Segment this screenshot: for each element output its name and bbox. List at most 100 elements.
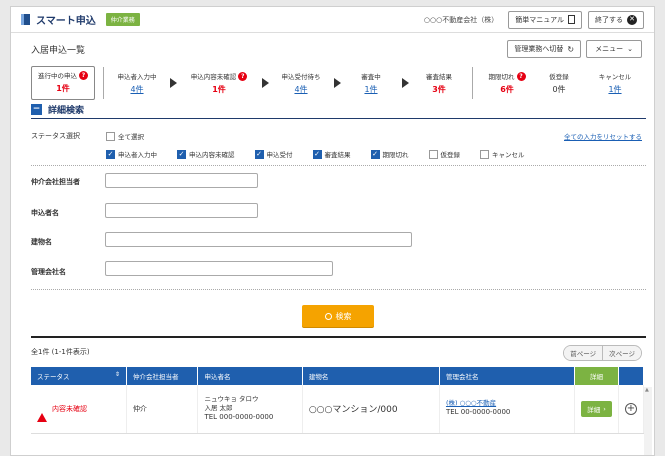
warning-icon: !	[37, 404, 47, 422]
step-cancel[interactable]: キャンセル 1件	[585, 71, 645, 95]
chevron-right-icon: ›	[603, 404, 606, 413]
cell-applicant: ニュウキョ タロウ 入居 太郎 TEL 000-0000-0000	[197, 385, 303, 434]
col-detail: 詳細	[574, 367, 619, 385]
col-management: 管理会社名	[439, 367, 576, 385]
search-label: 検索	[335, 311, 352, 321]
step-label: 審査中	[361, 73, 381, 81]
step-label: 仮登録	[549, 73, 569, 81]
step-label: 申込内容未確認	[190, 73, 237, 81]
agent-input[interactable]	[105, 173, 258, 188]
checkbox-label: 申込者入力中	[118, 151, 157, 159]
page-title: 入居申込一覧	[31, 46, 86, 56]
cell-status: ! 内容未確認	[31, 385, 127, 434]
checkbox-applicant-input[interactable]: ✓ 申込者入力中	[106, 149, 157, 159]
divider	[31, 336, 646, 338]
checkbox-icon	[480, 149, 489, 159]
management-label: 管理会社名	[31, 268, 66, 276]
step-count: 6件	[500, 85, 514, 94]
col-status[interactable]: ステータス ⇕	[31, 367, 127, 385]
arrow-right-icon	[261, 78, 269, 88]
step-in-progress[interactable]: 進行中の申込? 1件	[31, 66, 95, 100]
detail-search-toggle[interactable]: − 詳細検索	[31, 103, 84, 116]
menu-label: メニュー	[595, 45, 624, 53]
document-icon	[568, 15, 575, 24]
exit-label: 終了する	[595, 15, 623, 24]
applicant-label: 申込者名	[31, 209, 59, 217]
menu-button[interactable]: メニュー ⌄	[586, 40, 642, 58]
col-applicant: 申込者名	[197, 367, 303, 385]
checkbox-unconfirmed[interactable]: ✓ 申込内容未確認	[177, 149, 235, 159]
step-label: 申込者入力中	[117, 73, 157, 81]
checkbox-label: 仮登録	[440, 151, 461, 159]
refresh-icon: ↻	[567, 44, 575, 54]
step-unconfirmed[interactable]: 申込内容未確認? 1件	[184, 71, 254, 95]
step-count[interactable]: 4件	[276, 84, 326, 95]
table-scrollbar[interactable]	[644, 387, 652, 455]
checkbox-label: 審査結果	[324, 151, 351, 159]
checkbox-icon	[428, 149, 438, 159]
switch-label: 管理業務へ切替	[514, 45, 564, 53]
management-link[interactable]: (株) ○○○不動産	[446, 399, 568, 408]
search-icon	[324, 312, 332, 320]
applicant-input[interactable]	[105, 203, 258, 218]
checkbox-label: キャンセル	[492, 151, 525, 159]
collapse-icon: −	[31, 104, 42, 115]
company-name: ○○○不動産会社（株）	[423, 15, 499, 24]
arrow-right-icon	[333, 78, 341, 88]
checkbox-label: 申込受付	[266, 151, 293, 159]
divider	[472, 67, 473, 99]
cell-detail: 詳細 ›	[574, 385, 619, 434]
checkbox-provisional[interactable]: 仮登録	[428, 149, 461, 159]
status-steps: 進行中の申込? 1件 申込者入力中 4件 申込内容未確認? 1件 申込受付待ち …	[31, 65, 646, 101]
results-table: ステータス ⇕ 仲介会社担当者 申込者名 建物名 管理会社名 詳細 ! 内容未確認…	[31, 367, 645, 434]
step-awaiting[interactable]: 申込受付待ち 4件	[276, 71, 326, 95]
step-count[interactable]: 1件	[585, 84, 645, 95]
checked-icon: ✓	[106, 149, 115, 159]
step-expired[interactable]: 期限切れ? 6件	[481, 71, 533, 95]
checkbox-result[interactable]: ✓ 審査結果	[312, 149, 351, 159]
step-applicant-input[interactable]: 申込者入力中 4件	[112, 71, 162, 95]
prev-page-button[interactable]: 前ページ	[564, 346, 603, 360]
detail-button[interactable]: 詳細 ›	[581, 400, 612, 417]
applicant-tel: TEL 000-0000-0000	[204, 412, 274, 421]
manual-button[interactable]: 簡単マニュアル	[508, 10, 582, 29]
cell-management: (株) ○○○不動産 TEL 00-0000-0000	[439, 385, 576, 434]
step-screening[interactable]: 審査中 1件	[348, 71, 394, 95]
checkbox-expired[interactable]: ✓ 期限切れ	[370, 149, 409, 159]
step-count[interactable]: 4件	[112, 84, 162, 95]
step-count: 0件	[552, 85, 566, 94]
top-bar: スマート申込 仲介業務 ○○○不動産会社（株） 簡単マニュアル 終了する ✕	[11, 7, 654, 33]
cell-expand: +	[618, 385, 645, 434]
column-header: ステータス	[37, 373, 70, 381]
next-page-button[interactable]: 次ページ	[602, 346, 641, 360]
checkbox-icon	[106, 131, 115, 141]
col-agent: 仲介会社担当者	[126, 367, 199, 385]
app-name: スマート申込	[36, 16, 96, 27]
step-provisional[interactable]: 仮登録 0件	[533, 71, 585, 95]
divider	[31, 289, 646, 290]
management-input[interactable]	[105, 261, 333, 276]
step-label: 申込受付待ち	[281, 73, 321, 81]
step-result[interactable]: 審査結果 3件	[416, 71, 462, 95]
building-input[interactable]	[105, 232, 412, 247]
sort-icon[interactable]: ⇕	[115, 371, 120, 378]
checkbox-cancel[interactable]: キャンセル	[480, 149, 525, 159]
checkbox-label: 全て選択	[118, 133, 144, 141]
building-label: 建物名	[31, 238, 52, 246]
applicant-kana: ニュウキョ タロウ	[204, 394, 259, 403]
agent-label: 仲介会社担当者	[31, 178, 80, 186]
step-count: 1件	[56, 84, 70, 93]
exit-button[interactable]: 終了する ✕	[588, 10, 644, 29]
step-count[interactable]: 1件	[348, 84, 394, 95]
step-label: 期限切れ	[488, 73, 515, 81]
detail-search-title: 詳細検索	[48, 106, 85, 116]
expand-plus-icon[interactable]: +	[624, 402, 637, 415]
step-label: 審査結果	[426, 73, 452, 81]
divider	[103, 67, 104, 99]
select-all-checkbox[interactable]: 全て選択	[106, 131, 144, 141]
checkbox-accepted[interactable]: ✓ 申込受付	[254, 149, 293, 159]
switch-mode-button[interactable]: 管理業務へ切替 ↻	[507, 40, 582, 58]
checked-icon: ✓	[370, 149, 380, 159]
search-button[interactable]: 検索	[302, 305, 374, 327]
reset-all-link[interactable]: 全ての入力をリセットする	[564, 131, 642, 141]
